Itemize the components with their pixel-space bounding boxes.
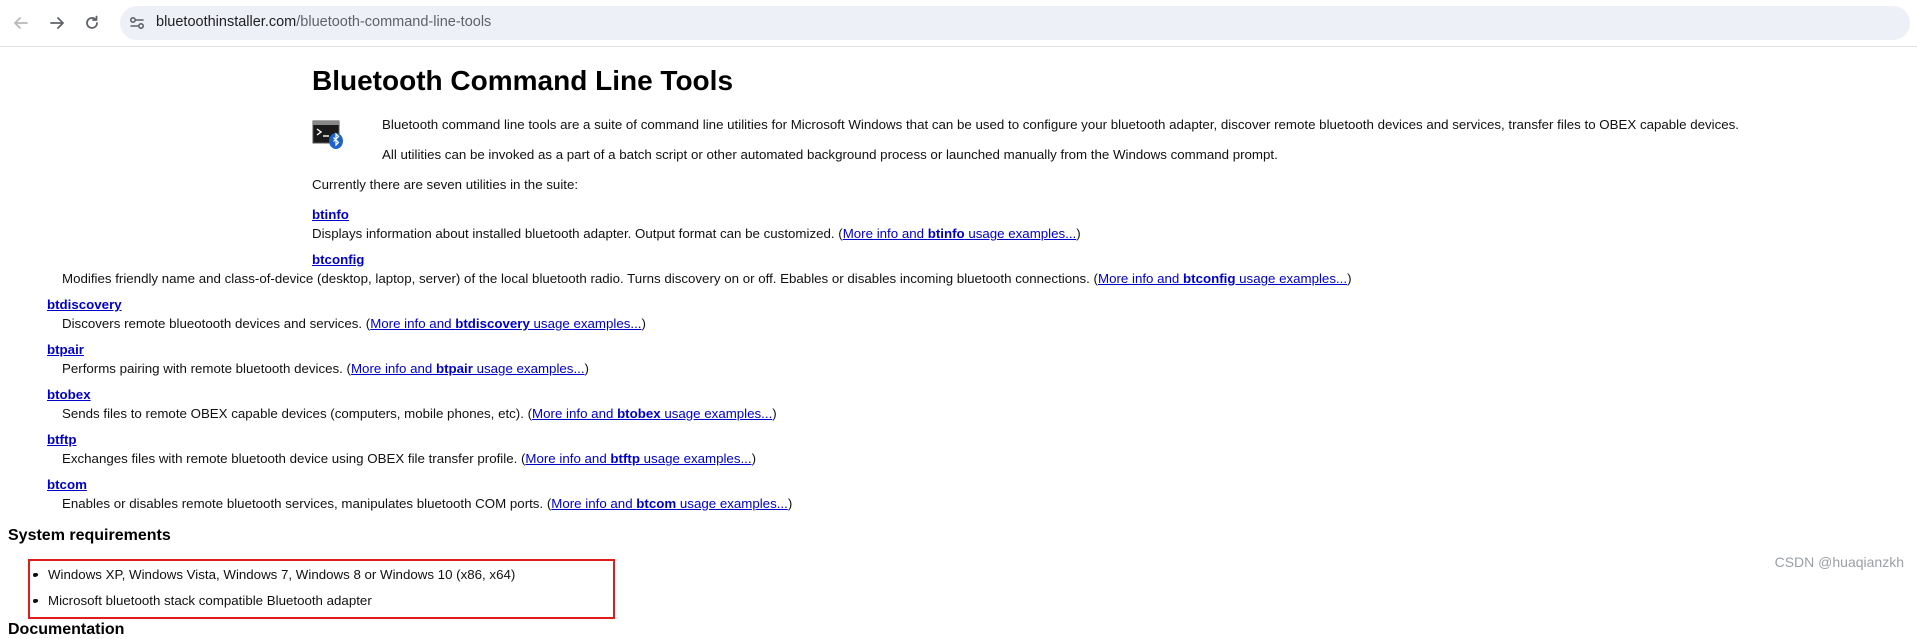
more-suffix: usage examples... bbox=[676, 496, 788, 511]
more-prefix: More info and bbox=[370, 316, 456, 331]
tool-desc-text: Displays information about installed blu… bbox=[312, 226, 843, 241]
tool-link-btdiscovery[interactable]: btdiscovery bbox=[47, 297, 122, 312]
more-suffix: usage examples... bbox=[639, 451, 752, 466]
more-suffix: usage examples... bbox=[660, 406, 773, 421]
more-tool-name: btobex bbox=[617, 406, 661, 421]
requirement-item: Windows XP, Windows Vista, Windows 7, Wi… bbox=[34, 567, 515, 582]
tool-desc-text: Exchanges files with remote bluetooth de… bbox=[62, 451, 526, 466]
url-path: /bluetooth-command-line-tools bbox=[296, 14, 492, 30]
url-text[interactable]: bluetoothinstaller.com/bluetooth-command… bbox=[156, 14, 491, 30]
more-tool-name: btinfo bbox=[927, 226, 965, 241]
browser-toolbar: bluetoothinstaller.com/bluetooth-command… bbox=[0, 0, 1917, 47]
more-suffix: usage examples... bbox=[1235, 271, 1348, 286]
tool-link-btpair[interactable]: btpair bbox=[47, 342, 84, 357]
tune-icon[interactable] bbox=[128, 14, 146, 32]
more-prefix: More info and bbox=[1098, 271, 1184, 286]
more-prefix: More info and bbox=[532, 406, 618, 421]
page-title: Bluetooth Command Line Tools bbox=[312, 65, 734, 96]
tool-link-btobex[interactable]: btobex bbox=[47, 387, 91, 402]
more-tool-name: btconfig bbox=[1183, 271, 1236, 286]
tool-link-btftp[interactable]: btftp bbox=[47, 432, 77, 447]
more-tool-name: btcom bbox=[636, 496, 677, 511]
close-paren: ) bbox=[1076, 226, 1081, 241]
more-info-link-btinfo[interactable]: More info and btinfo usage examples... bbox=[843, 226, 1077, 241]
requirements-highlight-box: Windows XP, Windows Vista, Windows 7, Wi… bbox=[28, 559, 615, 619]
intro-paragraph-2: All utilities can be invoked as a part o… bbox=[382, 147, 1278, 162]
more-info-link-btconfig[interactable]: More info and btconfig usage examples... bbox=[1098, 271, 1347, 286]
more-tool-name: btftp bbox=[610, 451, 640, 466]
intro-paragraph: Bluetooth command line tools are a suite… bbox=[382, 117, 1739, 132]
documentation-heading: Documentation bbox=[8, 621, 125, 638]
tool-desc-text: Modifies friendly name and class-of-devi… bbox=[62, 271, 1098, 286]
tool-desc-text: Sends files to remote OBEX capable devic… bbox=[62, 406, 533, 421]
more-info-link-btftp[interactable]: More info and btftp usage examples... bbox=[525, 451, 751, 466]
watermark: CSDN @huaqianzkh bbox=[1774, 554, 1904, 570]
reload-icon[interactable] bbox=[80, 11, 104, 35]
tool-desc-text: Performs pairing with remote bluetooth d… bbox=[62, 361, 351, 376]
close-paren: ) bbox=[641, 316, 646, 331]
close-paren: ) bbox=[1347, 271, 1352, 286]
tool-desc-text: Enables or disables remote bluetooth ser… bbox=[62, 496, 552, 511]
more-prefix: More info and bbox=[842, 226, 928, 241]
arrow-right-icon[interactable] bbox=[45, 11, 69, 35]
url-host: bluetoothinstaller.com bbox=[156, 14, 297, 30]
more-info-link-btobex[interactable]: More info and btobex usage examples... bbox=[532, 406, 772, 421]
address-bar[interactable]: bluetoothinstaller.com/bluetooth-command… bbox=[120, 6, 1910, 40]
terminal-bluetooth-icon bbox=[312, 120, 344, 150]
system-requirements-heading: System requirements bbox=[8, 527, 171, 544]
more-info-link-btpair[interactable]: More info and btpair usage examples... bbox=[351, 361, 585, 376]
requirement-item: Microsoft bluetooth stack compatible Blu… bbox=[34, 593, 372, 608]
suite-text: Currently there are seven utilities in t… bbox=[312, 177, 579, 192]
tool-desc-btinfo: Displays information about installed blu… bbox=[312, 226, 1081, 241]
arrow-left-icon[interactable] bbox=[9, 11, 33, 35]
more-info-link-btcom[interactable]: More info and btcom usage examples... bbox=[551, 496, 788, 511]
tool-desc-btpair: Performs pairing with remote bluetooth d… bbox=[62, 361, 589, 376]
tool-desc-text: Discovers remote blueotooth devices and … bbox=[62, 316, 371, 331]
close-paren: ) bbox=[787, 496, 793, 511]
close-paren: ) bbox=[772, 406, 777, 421]
tool-desc-btdiscovery: Discovers remote blueotooth devices and … bbox=[62, 316, 646, 331]
tool-link-btcom[interactable]: btcom bbox=[47, 477, 87, 492]
more-tool-name: btpair bbox=[435, 361, 473, 376]
more-suffix: usage examples... bbox=[529, 316, 642, 331]
tool-link-btconfig[interactable]: btconfig bbox=[312, 252, 364, 267]
tool-desc-btconfig: Modifies friendly name and class-of-devi… bbox=[62, 271, 1352, 286]
tool-desc-btobex: Sends files to remote OBEX capable devic… bbox=[62, 406, 777, 421]
tool-desc-btcom: Enables or disables remote bluetooth ser… bbox=[62, 496, 792, 511]
more-suffix: usage examples... bbox=[964, 226, 1077, 241]
more-prefix: More info and bbox=[551, 496, 637, 511]
tool-desc-btftp: Exchanges files with remote bluetooth de… bbox=[62, 451, 756, 466]
close-paren: ) bbox=[584, 361, 589, 376]
more-suffix: usage examples... bbox=[472, 361, 585, 376]
close-paren: ) bbox=[751, 451, 756, 466]
more-tool-name: btdiscovery bbox=[455, 316, 530, 331]
page-content: Bluetooth Command Line Tools Bluetooth c… bbox=[0, 47, 1917, 638]
more-info-link-btdiscovery[interactable]: More info and btdiscovery usage examples… bbox=[370, 316, 641, 331]
more-prefix: More info and bbox=[525, 451, 611, 466]
tool-link-btinfo[interactable]: btinfo bbox=[312, 207, 349, 222]
more-prefix: More info and bbox=[350, 361, 436, 376]
